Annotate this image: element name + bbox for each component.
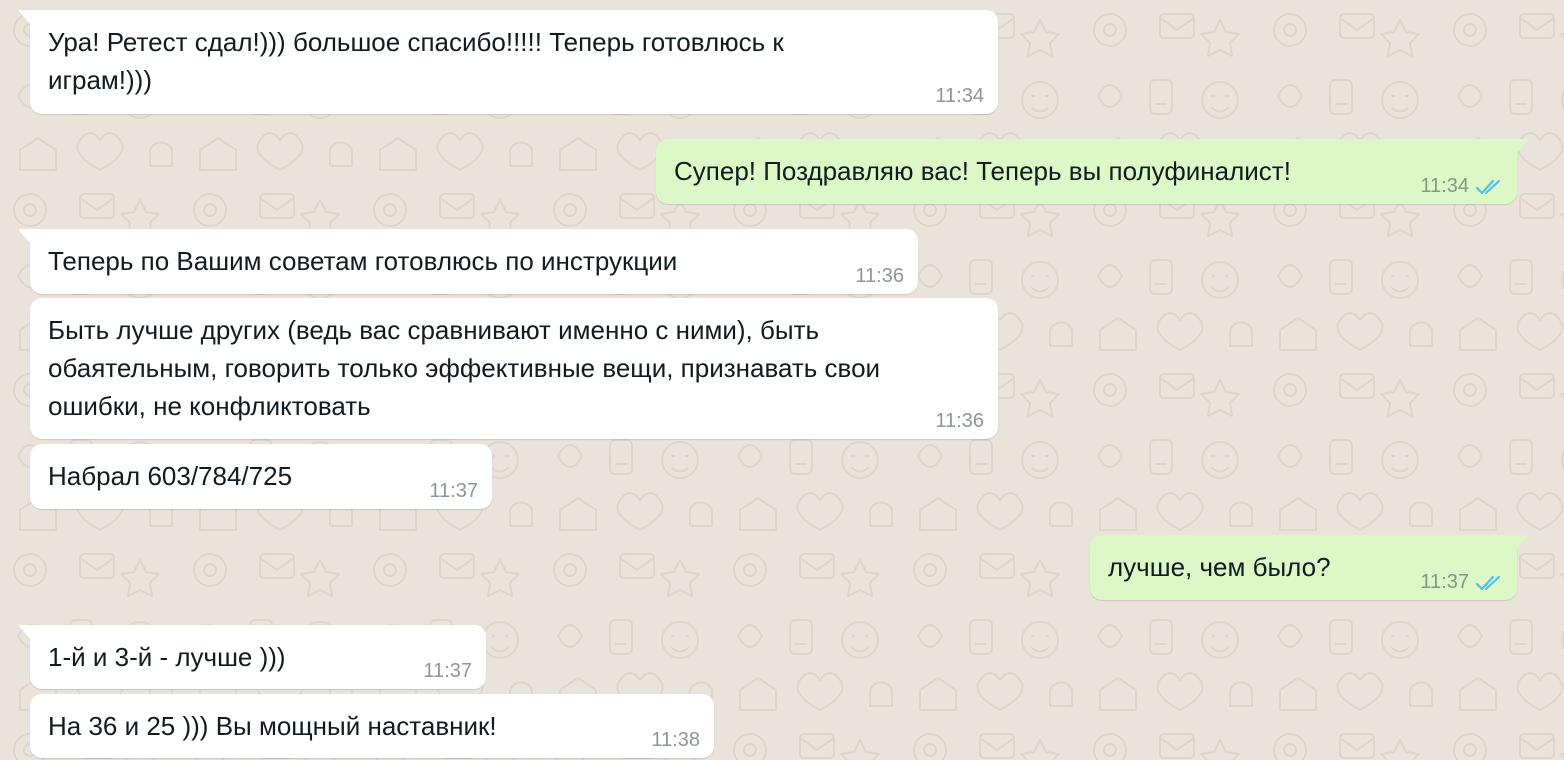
message-meta: 11:37: [429, 480, 478, 503]
message-meta: 11:34: [1420, 175, 1503, 198]
message-text: На 36 и 25 ))) Вы мощный наставник!: [48, 711, 497, 741]
message-bubble-outgoing[interactable]: лучше, чем было? 11:37: [1090, 535, 1529, 600]
bubble-tail: [1515, 535, 1529, 551]
bubble-tail: [18, 10, 32, 26]
message-bubble-incoming[interactable]: Теперь по Вашим советам готовлюсь по инс…: [18, 229, 918, 294]
message-bubble-incoming[interactable]: Ура! Ретест сдал!))) большое спасибо!!!!…: [18, 10, 998, 114]
message-meta: 11:37: [423, 660, 472, 683]
message-time: 11:36: [935, 410, 984, 432]
message-text: Набрал 603/784/725: [48, 461, 293, 491]
message-time: 11:37: [429, 480, 478, 502]
message-text: Супер! Поздравляю вас! Теперь вы полуфин…: [674, 156, 1291, 186]
bubble-tail: [1515, 139, 1529, 155]
bubble-tail: [18, 229, 32, 245]
message-meta: 11:36: [855, 265, 904, 288]
message-meta: 11:34: [935, 85, 984, 108]
message-bubble-incoming[interactable]: На 36 и 25 ))) Вы мощный наставник! 11:3…: [30, 694, 714, 758]
message-meta: 11:37: [1420, 571, 1503, 594]
double-check-icon: [1475, 179, 1501, 194]
message-time: 11:34: [1420, 175, 1469, 197]
message-text: Теперь по Вашим советам готовлюсь по инс…: [48, 246, 678, 276]
message-time: 11:37: [1420, 571, 1469, 593]
message-bubble-incoming[interactable]: 1-й и 3-й - лучше ))) 11:37: [18, 625, 486, 689]
message-time: 11:36: [855, 265, 904, 287]
message-meta: 11:36: [935, 410, 984, 433]
message-text: Быть лучше других (ведь вас сравнивают и…: [48, 315, 881, 421]
message-time: 11:38: [651, 729, 700, 751]
bubble-tail: [18, 625, 32, 641]
message-bubble-outgoing[interactable]: Супер! Поздравляю вас! Теперь вы полуфин…: [656, 139, 1529, 204]
message-time: 11:34: [935, 85, 984, 107]
message-bubble-incoming[interactable]: Набрал 603/784/725 11:37: [30, 444, 492, 509]
message-meta: 11:38: [651, 729, 700, 752]
message-bubble-incoming[interactable]: Быть лучше других (ведь вас сравнивают и…: [30, 298, 998, 439]
message-time: 11:37: [423, 660, 472, 682]
double-check-icon: [1475, 575, 1501, 590]
message-text: Ура! Ретест сдал!))) большое спасибо!!!!…: [48, 27, 784, 95]
message-text: 1-й и 3-й - лучше ))): [48, 642, 286, 672]
chat-message-list[interactable]: Ура! Ретест сдал!))) большое спасибо!!!!…: [0, 0, 1564, 760]
